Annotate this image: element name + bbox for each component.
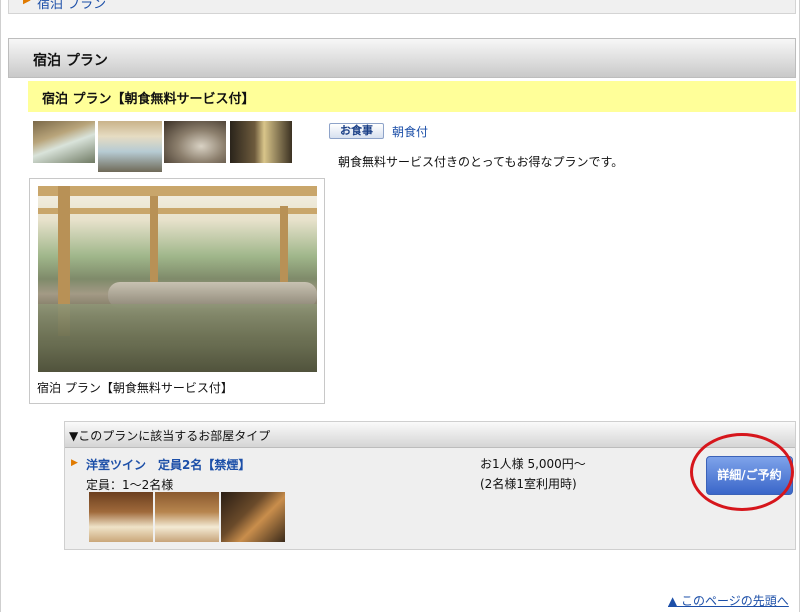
room-thumbnail-3[interactable] [221, 492, 285, 542]
plan-title: 宿泊 プラン【朝食無料サービス付】 [42, 92, 255, 107]
section-title: 宿泊 プラン [33, 53, 108, 69]
room-thumbnail-1[interactable] [89, 492, 153, 542]
plan-thumbnail-2[interactable] [98, 121, 162, 172]
plan-thumbnail-1[interactable] [33, 121, 95, 163]
section-header: 宿泊 プラン [8, 38, 796, 78]
plan-thumbnail-3[interactable] [164, 121, 226, 163]
room-thumbnail-2[interactable] [155, 492, 219, 542]
triangle-right-icon: ▶ [23, 0, 31, 6]
plan-photo-card: 宿泊 プラン【朝食無料サービス付】 [29, 178, 325, 404]
room-type-box: ▼このプランに該当するお部屋タイプ ▶ 洋室ツイン 定員2名【禁煙】 定員：1～… [64, 421, 796, 550]
room-price: お1人様 5,000円～ [480, 457, 586, 471]
plan-main-photo [38, 186, 317, 372]
room-name-link[interactable]: 洋室ツイン 定員2名【禁煙】 [86, 456, 250, 473]
triangle-right-icon: ▶ [71, 458, 78, 468]
plan-description: 朝食無料サービス付きのとってもお得なプランです。 [338, 155, 624, 169]
page-top-link[interactable]: ▲ このページの先頭へ [668, 592, 789, 609]
room-price-note: (2名様1室利用時) [480, 477, 577, 491]
room-type-header-label: ▼このプランに該当するお部屋タイプ [69, 429, 271, 443]
plan-title-bar: 宿泊 プラン【朝食無料サービス付】 [28, 81, 796, 112]
room-capacity: 定員：1～2名様 [86, 478, 174, 492]
meal-value: 朝食付 [392, 125, 429, 139]
meal-badge: お食事 [329, 123, 384, 139]
room-type-header: ▼このプランに該当するお部屋タイプ [65, 422, 795, 448]
previous-plan-link[interactable]: 宿泊 プラン [37, 0, 106, 12]
plan-photo-caption: 宿泊 プラン【朝食無料サービス付】 [37, 381, 233, 395]
plan-thumbnail-4[interactable] [230, 121, 292, 163]
detail-reserve-button[interactable]: 詳細/ご予約 [706, 456, 793, 495]
previous-plan-link-strip[interactable]: ▶ 宿泊 プラン [8, 0, 796, 14]
